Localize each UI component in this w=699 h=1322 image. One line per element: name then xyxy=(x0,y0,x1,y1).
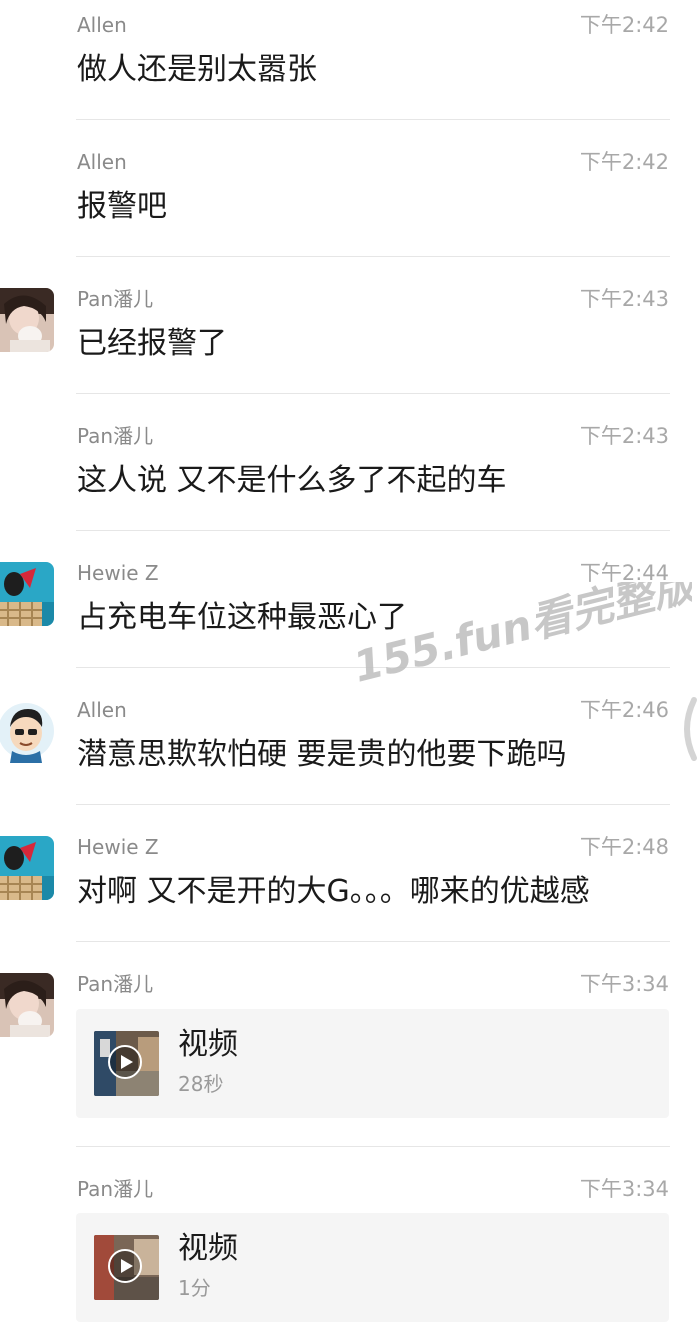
avatar-pool-photo[interactable] xyxy=(0,562,54,626)
message-time: 下午2:43 xyxy=(579,424,669,448)
message-time: 下午2:43 xyxy=(579,287,669,311)
message-text: 报警吧 xyxy=(77,189,167,224)
avatar-pool-photo[interactable] xyxy=(0,836,54,900)
video-message-card[interactable]: 视频 1分 xyxy=(76,1213,669,1322)
video-thumbnail[interactable] xyxy=(94,1031,159,1096)
play-icon[interactable] xyxy=(107,1248,143,1284)
sender-name: Hewie Z xyxy=(77,835,159,859)
message-item: Allen 下午2:46 潜意思欺软怕硬 要是贵的他要下跪吗 xyxy=(0,685,699,805)
message-item: Hewie Z 下午2:48 对啊 又不是开的大G。。。哪来的优越感 xyxy=(0,822,699,942)
message-time: 下午3:34 xyxy=(579,1177,669,1201)
sender-name: Pan潘儿 xyxy=(77,1177,154,1201)
message-time: 下午2:48 xyxy=(579,835,669,859)
message-item: Allen 下午2:42 报警吧 xyxy=(0,137,699,257)
sender-name: Pan潘儿 xyxy=(77,972,154,996)
avatar-cartoon-man[interactable] xyxy=(0,699,54,763)
message-time: 下午2:42 xyxy=(579,150,669,174)
sender-name: Hewie Z xyxy=(77,561,159,585)
video-thumbnail[interactable] xyxy=(94,1235,159,1300)
sender-name: Allen xyxy=(77,13,127,37)
sender-name: Pan潘儿 xyxy=(77,287,154,311)
video-label: 视频 xyxy=(178,1231,238,1266)
message-text: 占充电车位这种最恶心了 xyxy=(77,600,407,635)
message-divider xyxy=(76,804,670,805)
video-duration: 28秒 xyxy=(178,1072,224,1096)
sender-name: Pan潘儿 xyxy=(77,424,154,448)
message-divider xyxy=(76,530,670,531)
message-time: 下午2:46 xyxy=(579,698,669,722)
message-divider xyxy=(76,119,670,120)
message-divider xyxy=(76,1146,670,1147)
video-duration: 1分 xyxy=(178,1276,211,1300)
message-time: 下午2:42 xyxy=(579,13,669,37)
message-item: Pan潘儿 下午2:43 这人说 又不是什么多了不起的车 xyxy=(0,411,699,531)
message-time: 下午3:34 xyxy=(579,972,669,996)
message-text: 这人说 又不是什么多了不起的车 xyxy=(77,463,507,498)
message-text: 已经报警了 xyxy=(77,326,227,361)
message-divider xyxy=(76,256,670,257)
message-item: Hewie Z 下午2:44 占充电车位这种最恶心了 xyxy=(0,548,699,668)
chat-message-list: Allen 下午2:42 做人还是别太嚣张 Allen 下午2:42 报警吧 P… xyxy=(0,0,699,1322)
message-item: Pan潘儿 下午2:43 已经报警了 xyxy=(0,274,699,394)
scroll-handle-icon[interactable] xyxy=(676,694,699,764)
sender-name: Allen xyxy=(77,150,127,174)
avatar-girl-photo[interactable] xyxy=(0,288,54,352)
avatar-girl-photo[interactable] xyxy=(0,973,54,1037)
message-item: Pan潘儿 下午3:34 视频 28秒 xyxy=(0,959,699,1147)
video-label: 视频 xyxy=(178,1027,238,1062)
video-message-card[interactable]: 视频 28秒 xyxy=(76,1009,669,1118)
message-item: Pan潘儿 下午3:34 视频 1分 xyxy=(0,1164,699,1322)
play-icon[interactable] xyxy=(107,1044,143,1080)
message-text: 对啊 又不是开的大G。。。哪来的优越感 xyxy=(77,874,590,909)
message-item: Allen 下午2:42 做人还是别太嚣张 xyxy=(0,0,699,120)
message-time: 下午2:44 xyxy=(579,561,669,585)
message-divider xyxy=(76,667,670,668)
sender-name: Allen xyxy=(77,698,127,722)
message-divider xyxy=(76,941,670,942)
message-text: 做人还是别太嚣张 xyxy=(77,52,317,87)
message-divider xyxy=(76,393,670,394)
message-text: 潜意思欺软怕硬 要是贵的他要下跪吗 xyxy=(77,737,567,772)
